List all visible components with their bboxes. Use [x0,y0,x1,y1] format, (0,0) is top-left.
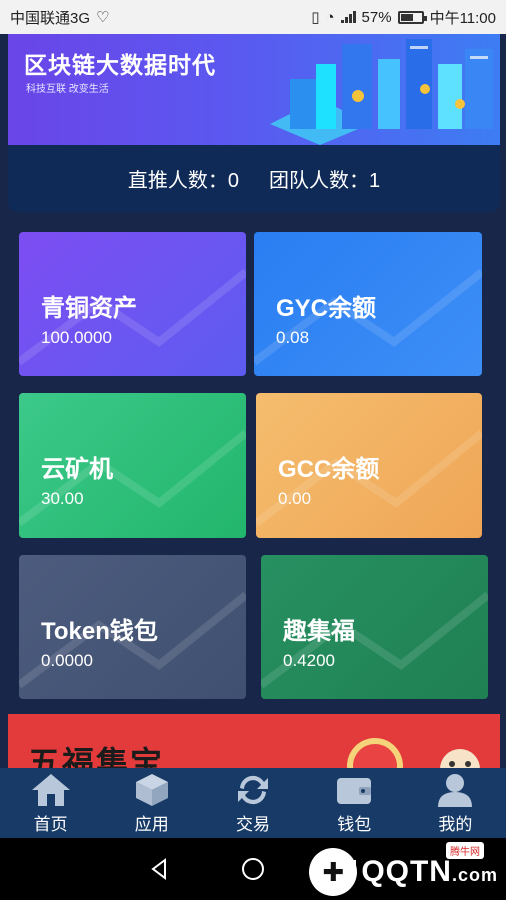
asset-card-value: 0.4200 [283,651,335,670]
bottom-tab-bar: 首页 应用 交易 钱包 我的 [0,768,506,838]
asset-card[interactable]: 青铜资产 100.0000 [19,232,246,376]
asset-card-title: 青铜资产 [41,295,137,322]
asset-card-title: GYC余额 [276,295,377,322]
qqtn-logo-icon: ✚ [309,848,358,896]
direct-referrals: 直推人数：0 [128,164,239,193]
fortune-illustration [347,738,480,774]
asset-card[interactable]: 云矿机 30.00 [19,393,246,538]
team-size-value: 1 [369,170,381,192]
tab-wallet[interactable]: 钱包 [304,768,405,838]
vibrate-icon: ▯ [311,9,320,26]
asset-card-value: 0.00 [278,489,312,508]
tab-trade-label: 交易 [236,814,270,834]
asset-card[interactable]: Token钱包 0.0000 [19,555,246,699]
asset-card[interactable]: GCC余额 0.00 [256,393,482,538]
wallet-icon [337,777,372,804]
asset-card-title: 趣集福 [283,618,355,645]
site-watermark: ✚ QQTN.com 腾牛网 [309,842,498,896]
asset-card-value: 0.0000 [41,651,93,670]
asset-card[interactable]: 趣集福 0.4200 [261,555,488,699]
qqtn-badge: 腾牛网 [446,842,484,859]
refresh-icon [238,775,268,804]
asset-card-value: 100.0000 [41,328,112,347]
status-bar: 中国联通3G ♡ ▯ ◔ 57% 中午11:00 [0,0,506,34]
asset-card[interactable]: GYC余额 0.08 [254,232,482,376]
battery-percent: 57% [361,8,392,26]
heart-icon: ♡ [96,9,110,26]
home-icon [31,773,70,806]
tab-home[interactable]: 首页 [0,768,101,838]
asset-card-title: 云矿机 [41,456,113,483]
asset-card-value: 0.08 [276,328,310,347]
asset-card-value: 30.00 [41,489,84,508]
team-size-label: 团队人数： [269,170,369,192]
asset-card-title: Token钱包 [41,618,158,645]
qqtn-domain: .com [451,865,498,885]
team-size: 团队人数：1 [269,164,380,193]
app-screen: 区块链大数据时代 科技互联 改变生活 直推人数：0 团队人数：1 青铜资产 10… [0,34,506,838]
asset-card-title: GCC余额 [278,456,380,483]
tab-home-label: 首页 [33,814,68,834]
battery-icon [397,10,427,24]
banner-subtitle: 科技互联 改变生活 [26,84,109,95]
status-left: 中国联通3G ♡ [10,7,109,28]
banner-card: 区块链大数据时代 科技互联 改变生活 直推人数：0 团队人数：1 [8,34,500,212]
direct-referrals-label: 直推人数： [127,170,228,192]
clock: 中午11:00 [429,9,496,27]
user-icon [438,773,473,807]
back-icon[interactable] [147,857,171,881]
qqtn-brand-name: QQTN [361,855,452,888]
banner[interactable]: 区块链大数据时代 科技互联 改变生活 [8,34,500,145]
box-icon [135,773,168,806]
status-right: ▯ ◔ 57% 中午11:00 [311,7,496,28]
tab-apps[interactable]: 应用 [101,768,202,838]
tab-trade[interactable]: 交易 [202,768,303,838]
banner-title: 区块链大数据时代 [24,52,216,78]
qqtn-brand: QQTN.com [361,855,498,889]
tab-profile[interactable]: 我的 [405,768,506,838]
team-stats: 直推人数：0 团队人数：1 [8,145,500,212]
tab-apps-label: 应用 [134,814,169,834]
signal-icon [340,11,356,23]
tab-profile-label: 我的 [438,814,473,834]
city-illustration [270,39,493,145]
promo-banner[interactable]: 五福集宝 [8,714,500,774]
direct-referrals-value: 0 [227,170,239,192]
wifi-icon: ◔ [325,8,335,26]
carrier-label: 中国联通3G [10,9,91,27]
home-circle-icon[interactable] [241,857,265,881]
tab-wallet-label: 钱包 [337,814,372,834]
